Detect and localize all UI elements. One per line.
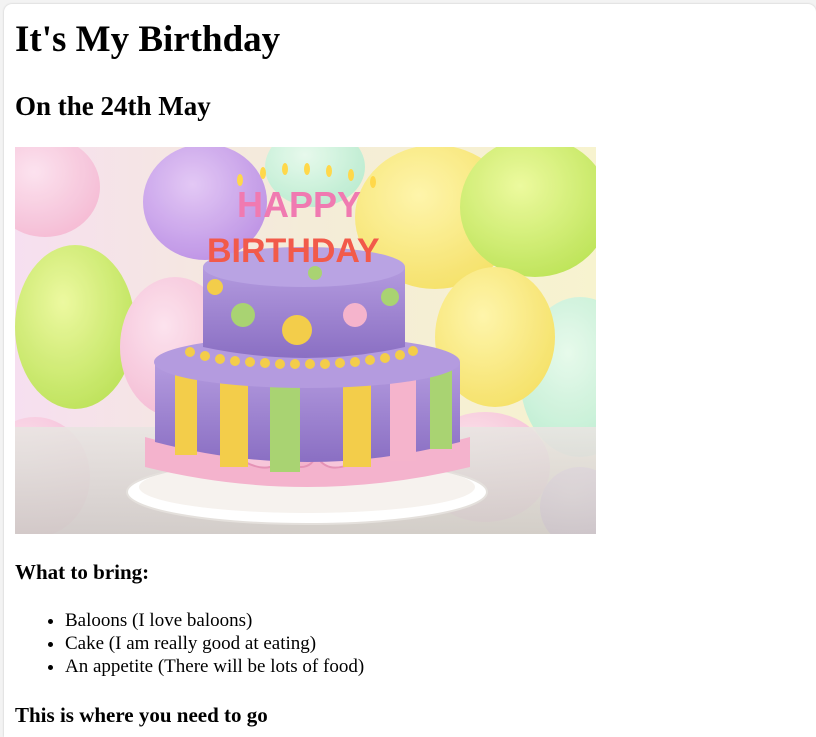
list-item: Cake (I am really good at eating) [65, 632, 364, 655]
birthday-cake-image: HAPPY BIRTHDAY [15, 147, 596, 534]
bring-list: Baloons (I love baloons) Cake (I am real… [15, 609, 364, 678]
list-item: An appetite (There will be lots of food) [65, 655, 364, 678]
list-item: Baloons (I love baloons) [65, 609, 364, 632]
cake-text-happy: HAPPY [237, 184, 361, 225]
page-subtitle: On the 24th May [15, 91, 211, 121]
browser-viewport: It's My Birthday On the 24th May HAPPY B… [4, 4, 816, 737]
what-to-bring-heading: What to bring: [15, 560, 150, 584]
page-title: It's My Birthday [15, 19, 281, 60]
cake-text-birthday: BIRTHDAY [207, 232, 380, 270]
directions-heading: This is where you need to go [15, 703, 268, 727]
